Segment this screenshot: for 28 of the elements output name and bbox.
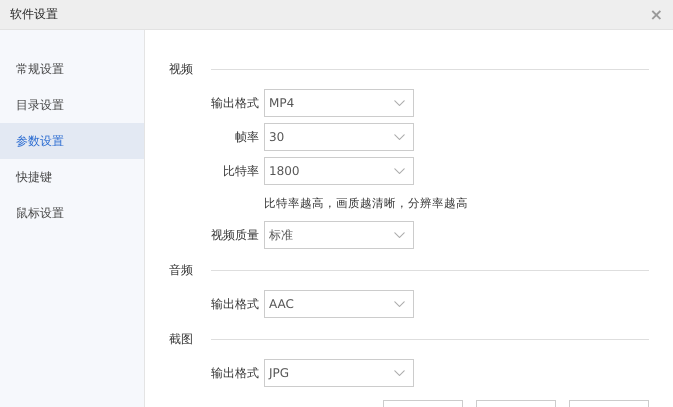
hint-text: 比特率越高，画质越清晰，分辨率越高 [264,196,468,210]
dropdown-field[interactable]: 30 [264,123,414,151]
field-label: 输出格式 [210,94,260,112]
field-label: 比特率 [222,162,260,180]
chevron-down-icon [394,168,405,174]
sidebar-item[interactable]: 快捷键 [0,159,144,195]
dropdown-field[interactable]: JPG [264,359,414,387]
dropdown-field[interactable]: 标准 [264,221,414,249]
section-title: 视频 [169,60,194,78]
chevron-down-icon [394,100,405,106]
field-label: 输出格式 [210,364,260,382]
chevron-down-icon [394,232,405,238]
window-title: 软件设置 [10,6,58,23]
dropdown-field[interactable]: MP4 [264,89,414,117]
chevron-down-icon [394,370,405,376]
section-title: 音频 [169,262,194,278]
field-label: 视频质量 [210,226,260,244]
sidebar-item[interactable]: 常规设置 [0,51,144,87]
chevron-down-icon [394,134,405,140]
chevron-down-icon [394,301,405,307]
dropdown-field[interactable]: 1800 [264,157,414,185]
dropdown-field[interactable]: AAC [264,290,414,318]
sidebar-item[interactable]: 目录设置 [0,87,144,123]
field-label: 输出格式 [210,296,260,312]
section-title: 截图 [169,330,194,348]
sidebar-item[interactable]: 鼠标设置 [0,195,144,231]
sidebar-item[interactable]: 参数设置 [0,123,144,159]
field-label: 帧率 [234,128,260,146]
